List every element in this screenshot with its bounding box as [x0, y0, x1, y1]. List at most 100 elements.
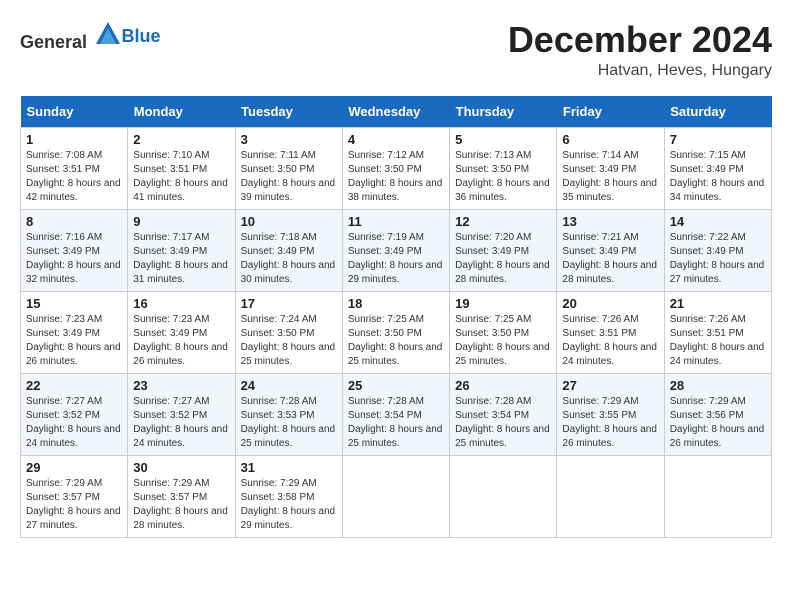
daylight-text: Daylight: 8 hours and 24 minutes. [26, 424, 121, 449]
sunrise-text: Sunrise: 7:08 AM [26, 150, 102, 161]
sunrise-text: Sunrise: 7:28 AM [455, 396, 531, 407]
day-number: 16 [133, 296, 229, 311]
cell-info: Sunrise: 7:25 AMSunset: 3:50 PMDaylight:… [455, 313, 551, 369]
calendar-cell: 18Sunrise: 7:25 AMSunset: 3:50 PMDayligh… [342, 291, 449, 373]
sunset-text: Sunset: 3:49 PM [455, 246, 529, 257]
title-area: December 2024 Hatvan, Heves, Hungary [508, 20, 772, 80]
day-number: 22 [26, 378, 122, 393]
calendar-cell: 16 Sunrise: 7:23 AMSunset: 3:49 PMDayligh… [128, 291, 235, 373]
cell-info: Sunrise: 7:11 AMSunset: 3:50 PMDaylight:… [241, 149, 337, 205]
calendar-cell [450, 455, 557, 537]
day-number: 23 [133, 378, 229, 393]
day-number: 7 [670, 132, 766, 147]
sunset-text: Sunset: 3:52 PM [26, 410, 100, 421]
calendar-cell: 9Sunrise: 7:17 AMSunset: 3:49 PMDaylight… [128, 209, 235, 291]
sunrise-text: Sunrise: 7:29 AM [562, 396, 638, 407]
day-number: 6 [562, 132, 658, 147]
sunrise-text: Sunrise: 7:21 AM [562, 232, 638, 243]
sunset-text: Sunset: 3:50 PM [348, 164, 422, 175]
sunrise-text: Sunrise: 7:12 AM [348, 150, 424, 161]
sunrise-text: Sunrise: 7:19 AM [348, 232, 424, 243]
daylight-text: Daylight: 8 hours and 25 minutes. [455, 424, 550, 449]
cell-info: Sunrise: 7:26 AMSunset: 3:51 PMDaylight:… [670, 313, 766, 369]
calendar-table: SundayMondayTuesdayWednesdayThursdayFrid… [20, 96, 772, 538]
day-number: 2 [133, 132, 229, 147]
cell-info: Sunrise: 7:28 AMSunset: 3:53 PMDaylight:… [241, 395, 337, 451]
daylight-text: Daylight: 8 hours and 26 minutes. [26, 342, 121, 367]
day-header-saturday: Saturday [664, 96, 771, 128]
day-number: 1 [26, 132, 122, 147]
cell-info: Sunrise: 7:29 AMSunset: 3:56 PMDaylight:… [670, 395, 766, 451]
calendar-cell: 27Sunrise: 7:29 AMSunset: 3:55 PMDayligh… [557, 373, 664, 455]
sunrise-text: Sunrise: 7:11 AM [241, 150, 316, 161]
calendar-week-row: 15 Sunrise: 7:23 AMSunset: 3:49 PMDayligh… [21, 291, 772, 373]
sunrise-text: Sunrise: 7:17 AM [133, 232, 209, 243]
sunset-text: Sunset: 3:49 PM [562, 164, 636, 175]
cell-info: Sunrise: 7:28 AM Sunset: 3:54 PM Daylight:… [455, 395, 551, 451]
daylight-text: Daylight: 8 hours and 25 minutes. [241, 342, 336, 367]
sunrise-text: Sunrise: 7:14 AM [562, 150, 638, 161]
sunset-text: Sunset: 3:49 PM [562, 246, 636, 257]
cell-info: Sunrise: 7:23 AMSunset: 3:49 PMDaylight:… [133, 313, 229, 369]
calendar-cell: 29Sunrise: 7:29 AMSunset: 3:57 PMDayligh… [21, 455, 128, 537]
day-header-tuesday: Tuesday [235, 96, 342, 128]
daylight-text: Daylight: 8 hours and 27 minutes. [26, 506, 121, 531]
cell-info: Sunrise: 7:24 AM Sunset: 3:50 PM Daylight:… [241, 313, 337, 369]
cell-info: Sunrise: 7:13 AMSunset: 3:50 PMDaylight:… [455, 149, 551, 205]
day-number: 4 [348, 132, 444, 147]
logo: General Blue [20, 20, 161, 53]
day-header-sunday: Sunday [21, 96, 128, 128]
sunrise-text: Sunrise: 7:18 AM [241, 232, 317, 243]
calendar-cell [342, 455, 449, 537]
calendar-week-row: 29Sunrise: 7:29 AMSunset: 3:57 PMDayligh… [21, 455, 772, 537]
calendar-week-row: 1 Sunrise: 7:08 AM Sunset: 3:51 PM Daylight… [21, 127, 772, 209]
logo-blue: Blue [122, 26, 161, 46]
sunset-text: Sunset: 3:55 PM [562, 410, 636, 421]
calendar-cell: 25Sunrise: 7:28 AMSunset: 3:54 PMDayligh… [342, 373, 449, 455]
sunset-text: Sunset: 3:54 PM [455, 410, 529, 421]
daylight-text: Daylight: 8 hours and 32 minutes. [26, 260, 121, 285]
calendar-cell: 11Sunrise: 7:19 AMSunset: 3:49 PMDayligh… [342, 209, 449, 291]
cell-info: Sunrise: 7:29 AMSunset: 3:57 PMDaylight:… [133, 477, 229, 533]
sunset-text: Sunset: 3:50 PM [455, 328, 529, 339]
sunrise-text: Sunrise: 7:29 AM [133, 478, 209, 489]
daylight-text: Daylight: 8 hours and 36 minutes. [455, 178, 550, 203]
location-title: Hatvan, Heves, Hungary [508, 62, 772, 80]
sunrise-text: Sunrise: 7:24 AM [241, 314, 317, 325]
cell-info: Sunrise: 7:27 AMSunset: 3:52 PMDaylight:… [133, 395, 229, 451]
sunrise-text: Sunrise: 7:28 AM [241, 396, 317, 407]
day-number: 31 [241, 460, 337, 475]
calendar-week-row: 22 Sunrise: 7:27 AMSunset: 3:52 PMDayligh… [21, 373, 772, 455]
sunset-text: Sunset: 3:49 PM [133, 246, 207, 257]
calendar-cell: 22Sunrise: 7:27 AMSunset: 3:52 PMDayligh… [21, 373, 128, 455]
sunset-text: Sunset: 3:49 PM [670, 164, 744, 175]
calendar-cell: 5Sunrise: 7:13 AMSunset: 3:50 PMDaylight… [450, 127, 557, 209]
calendar-cell [664, 455, 771, 537]
sunset-text: Sunset: 3:49 PM [241, 246, 315, 257]
calendar-cell: 20Sunrise: 7:26 AMSunset: 3:51 PMDayligh… [557, 291, 664, 373]
sunset-text: Sunset: 3:49 PM [26, 246, 100, 257]
daylight-text: Daylight: 8 hours and 41 minutes. [133, 178, 228, 203]
sunset-text: Sunset: 3:50 PM [241, 164, 315, 175]
sunset-text: Sunset: 3:51 PM [26, 164, 100, 175]
calendar-cell: 26Sunrise: 7:28 AMSunset: 3:54 PMDayligh… [450, 373, 557, 455]
calendar-cell: 28Sunrise: 7:29 AMSunset: 3:56 PMDayligh… [664, 373, 771, 455]
daylight-text: Daylight: 8 hours and 26 minutes. [133, 342, 228, 367]
calendar-cell: 13Sunrise: 7:21 AMSunset: 3:49 PMDayligh… [557, 209, 664, 291]
daylight-text: Daylight: 8 hours and 29 minutes. [348, 260, 443, 285]
sunrise-text: Sunrise: 7:10 AM [133, 150, 209, 161]
cell-info: Sunrise: 7:26 AMSunset: 3:51 PMDaylight:… [562, 313, 658, 369]
day-number: 15 [26, 296, 122, 311]
sunrise-text: Sunrise: 7:13 AM [455, 150, 531, 161]
calendar-cell: 10Sunrise: 7:18 AMSunset: 3:49 PMDayligh… [235, 209, 342, 291]
calendar-cell: 12Sunrise: 7:20 AMSunset: 3:49 PMDayligh… [450, 209, 557, 291]
sunset-text: Sunset: 3:50 PM [241, 328, 315, 339]
day-header-thursday: Thursday [450, 96, 557, 128]
day-header-friday: Friday [557, 96, 664, 128]
calendar-cell [557, 455, 664, 537]
calendar-cell: 1Sunrise: 7:08 AMSunset: 3:51 PMDaylight… [21, 127, 128, 209]
calendar-cell: 6Sunrise: 7:14 AMSunset: 3:49 PMDaylight… [557, 127, 664, 209]
sunrise-text: Sunrise: 7:25 AM [348, 314, 424, 325]
sunrise-text: Sunrise: 7:22 AM [670, 232, 746, 243]
day-number: 19 [455, 296, 551, 311]
